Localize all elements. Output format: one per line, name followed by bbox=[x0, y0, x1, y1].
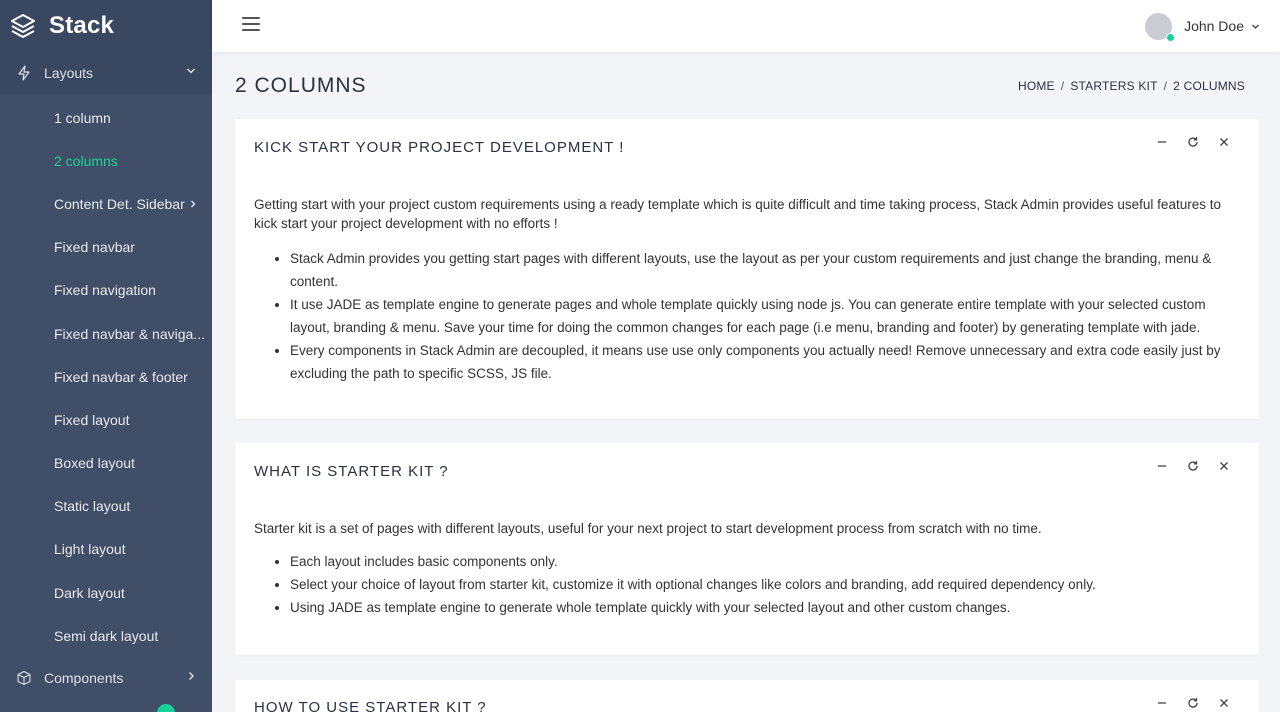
top-navbar: John Doe bbox=[212, 0, 1280, 52]
sidebar-item-label: Fixed navbar bbox=[54, 239, 135, 256]
card-kick-start: KICK START YOUR PROJECT DEVELOPMENT ! Ge… bbox=[235, 119, 1259, 419]
breadcrumb-separator: / bbox=[1060, 79, 1065, 93]
list-item: Using JADE as template engine to generat… bbox=[290, 596, 1231, 619]
reload-icon[interactable] bbox=[1186, 696, 1200, 710]
card-title: WHAT IS STARTER KIT ? bbox=[254, 463, 449, 480]
sidebar-item-label: 2 columns bbox=[54, 152, 118, 169]
stack-logo-icon bbox=[11, 14, 35, 38]
sidebar-item-label: Fixed navbar & naviga... bbox=[54, 325, 205, 342]
lightning-icon bbox=[16, 65, 32, 81]
sidebar-item-label: Boxed layout bbox=[54, 455, 135, 472]
list-item: Each layout includes basic components on… bbox=[290, 550, 1231, 573]
sidebar-item-label: Semi dark layout bbox=[54, 627, 159, 644]
card-tools bbox=[1155, 459, 1231, 473]
sidebar-item-fixed-navbar[interactable]: Fixed navbar bbox=[0, 226, 212, 269]
sidebar-item-fixed-navbar-navigation[interactable]: Fixed navbar & naviga... bbox=[0, 312, 212, 355]
card-how-to-use: HOW TO USE STARTER KIT ? bbox=[235, 680, 1259, 712]
user-menu[interactable]: John Doe bbox=[1145, 12, 1260, 42]
sidebar-item-label: Light layout bbox=[54, 541, 126, 558]
sidebar-item-fixed-layout[interactable]: Fixed layout bbox=[0, 398, 212, 441]
sidebar-item-label: Fixed layout bbox=[54, 411, 130, 428]
list-item: It use JADE as template engine to genera… bbox=[290, 293, 1231, 339]
sidebar-group-components[interactable]: Components bbox=[0, 657, 212, 699]
breadcrumb-separator: / bbox=[1163, 79, 1168, 93]
sidebar-item-fixed-navigation[interactable]: Fixed navigation bbox=[0, 269, 212, 312]
sidebar-item-semi-dark-layout[interactable]: Semi dark layout bbox=[0, 614, 212, 657]
close-icon[interactable] bbox=[1217, 696, 1231, 710]
sidebar-group-label: Components bbox=[44, 670, 124, 687]
list-item: Every components in Stack Admin are deco… bbox=[290, 339, 1231, 385]
card-title: HOW TO USE STARTER KIT ? bbox=[254, 699, 487, 712]
list-item: Stack Admin provides you getting start p… bbox=[290, 247, 1231, 293]
sidebar-item-2-columns[interactable]: 2 columns bbox=[0, 139, 212, 182]
breadcrumb-home[interactable]: HOME bbox=[1018, 79, 1055, 93]
card-bullet-list: Stack Admin provides you getting start p… bbox=[254, 247, 1231, 385]
user-name: John Doe bbox=[1184, 18, 1244, 34]
chevron-down-icon bbox=[1252, 24, 1259, 29]
minimize-icon[interactable] bbox=[1155, 135, 1169, 149]
sidebar-item-label: 1 column bbox=[54, 109, 111, 126]
sidebar-item-label: Static layout bbox=[54, 498, 131, 515]
brand[interactable]: Stack bbox=[0, 0, 212, 52]
cube-icon bbox=[16, 670, 32, 686]
sidebar-item-1-column[interactable]: 1 column bbox=[0, 96, 212, 139]
sidebar-item-static-layout[interactable]: Static layout bbox=[0, 485, 212, 528]
sidebar-item-label: Fixed navigation bbox=[54, 282, 156, 299]
card-body: Getting start with your project custom r… bbox=[254, 195, 1231, 385]
brand-name: Stack bbox=[49, 12, 115, 39]
menu-toggle-icon[interactable] bbox=[242, 17, 260, 31]
sidebar-item-light-layout[interactable]: Light layout bbox=[0, 528, 212, 571]
reload-icon[interactable] bbox=[1186, 135, 1200, 149]
sidebar-group-layouts[interactable]: Layouts bbox=[0, 52, 212, 94]
sidebar-item-dark-layout[interactable]: Dark layout bbox=[0, 571, 212, 614]
sidebar-group-label: Layouts bbox=[44, 65, 94, 81]
minimize-icon[interactable] bbox=[1155, 459, 1169, 473]
sidebar-item-label: Dark layout bbox=[54, 584, 125, 601]
avatar bbox=[1145, 12, 1176, 42]
online-status-dot bbox=[1166, 32, 1176, 42]
sidebar-item-content-det-sidebar[interactable]: Content Det. Sidebar bbox=[0, 182, 212, 225]
card-intro: Getting start with your project custom r… bbox=[254, 197, 1221, 231]
status-badge bbox=[157, 704, 175, 712]
sidebar-item-fixed-navbar-footer[interactable]: Fixed navbar & footer bbox=[0, 355, 212, 398]
close-icon[interactable] bbox=[1217, 459, 1231, 473]
card-body: Starter kit is a set of pages with diffe… bbox=[254, 519, 1231, 619]
sidebar-item-label: Fixed navbar & footer bbox=[54, 368, 188, 385]
card-what-is-starter-kit: WHAT IS STARTER KIT ? Starter kit is a s… bbox=[235, 443, 1259, 655]
card-bullet-list: Each layout includes basic components on… bbox=[254, 550, 1231, 619]
chevron-right-icon bbox=[189, 672, 194, 681]
card-intro: Starter kit is a set of pages with diffe… bbox=[254, 521, 1042, 536]
breadcrumb-starters-kit[interactable]: STARTERS KIT bbox=[1070, 79, 1157, 93]
sidebar: Stack Layouts 1 column 2 columns Content… bbox=[0, 0, 212, 712]
card-tools bbox=[1155, 135, 1231, 149]
sidebar-sub-list: 1 column 2 columns Content Det. Sidebar … bbox=[0, 94, 212, 657]
reload-icon[interactable] bbox=[1186, 459, 1200, 473]
breadcrumb-current: 2 COLUMNS bbox=[1173, 79, 1245, 93]
page-title: 2 COLUMNS bbox=[235, 74, 367, 97]
close-icon[interactable] bbox=[1217, 135, 1231, 149]
minimize-icon[interactable] bbox=[1155, 696, 1169, 710]
sidebar-item-boxed-layout[interactable]: Boxed layout bbox=[0, 442, 212, 485]
card-tools bbox=[1155, 696, 1231, 710]
list-item: Select your choice of layout from starte… bbox=[290, 573, 1231, 596]
breadcrumb: HOME / STARTERS KIT / 2 COLUMNS bbox=[1018, 79, 1245, 93]
card-title: KICK START YOUR PROJECT DEVELOPMENT ! bbox=[254, 139, 625, 156]
chevron-down-icon bbox=[187, 68, 195, 74]
chevron-right-icon bbox=[190, 200, 196, 208]
sidebar-item-label: Content Det. Sidebar bbox=[54, 195, 185, 212]
